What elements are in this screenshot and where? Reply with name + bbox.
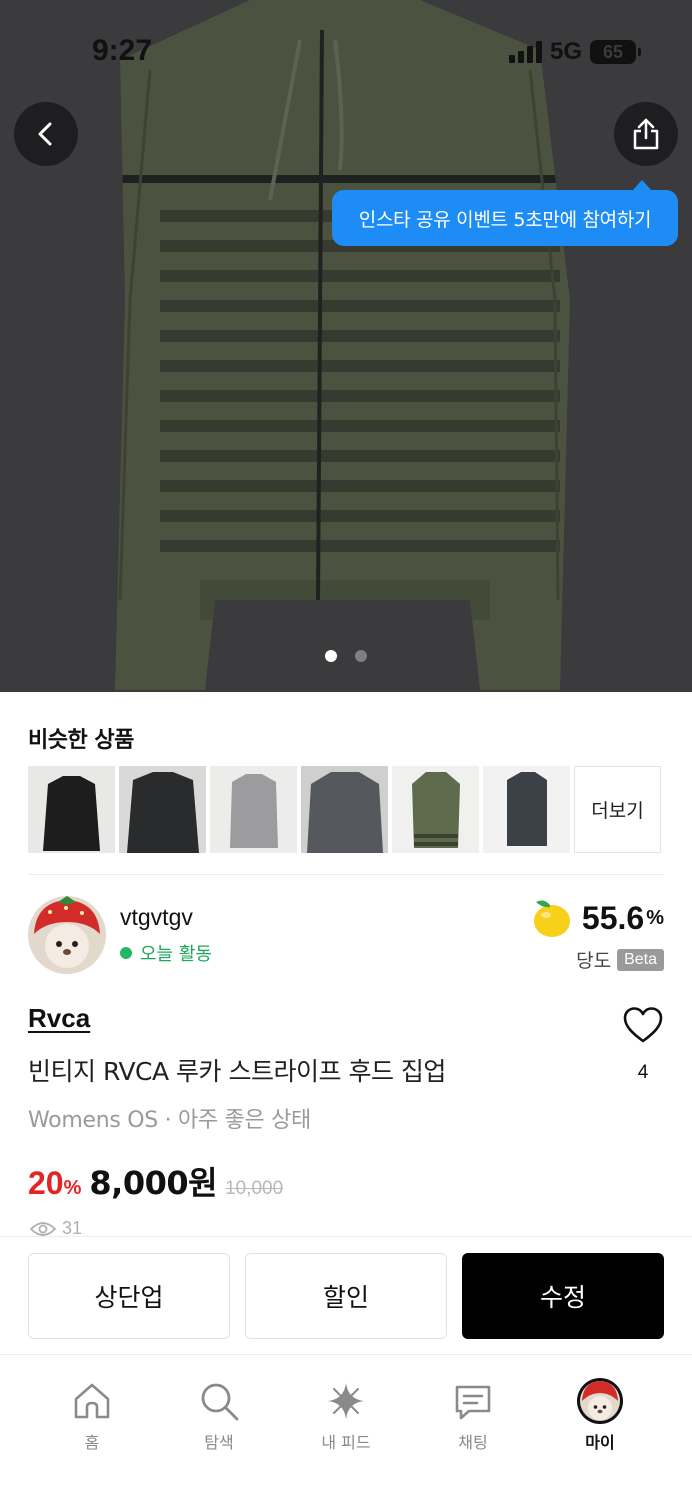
similar-product-thumb[interactable] [301,766,388,853]
bottom-tab-bar: 홈 탐색 내 피드 채팅 마이 [0,1354,692,1500]
back-button[interactable] [14,102,78,166]
carousel-pager [0,650,692,662]
seller-activity: 오늘 활동 [120,940,212,966]
score-value: 55.6 [581,899,645,936]
tab-explore[interactable]: 탐색 [164,1377,274,1453]
status-indicators: 5G 65 [508,38,641,66]
battery-level: 65 [602,41,624,62]
score-unit: % [646,906,664,929]
discount-unit: % [63,1177,82,1199]
chevron-left-icon [38,122,52,146]
seller-username[interactable]: vtgvtgv [120,904,193,931]
profile-avatar-icon [577,1378,623,1424]
tab-label: 홈 [84,1433,100,1452]
sale-price: 8,000원 [89,1164,218,1202]
beta-badge: Beta [617,948,664,971]
similar-product-thumb[interactable] [28,766,115,853]
tab-home[interactable]: 홈 [37,1377,147,1453]
score-label: 당도 [576,950,612,972]
like-count: 4 [637,1062,649,1083]
price-row: 20% 8,000원 10,000 [28,1158,283,1204]
discount-value: 20 [28,1165,64,1201]
more-similar-button[interactable]: 더보기 [574,766,661,853]
action-bar: 상단업 할인 수정 [0,1236,692,1354]
discount-rate: 20% [28,1165,81,1202]
battery-icon: 65 [590,40,641,64]
product-photo [115,0,570,690]
heart-icon [623,1007,663,1043]
search-icon [201,1383,239,1421]
sweetness-score[interactable]: 55.6 % 당도 Beta [530,896,664,973]
tab-label: 마이 [585,1433,615,1452]
lemon-icon [533,900,570,937]
brand-link[interactable]: Rvca [28,1003,90,1034]
edit-button[interactable]: 수정 [462,1253,664,1339]
product-title: 빈티지 RVCA 루카 스트라이프 후드 집업 [28,1057,446,1086]
pager-dot [355,650,367,662]
tab-label: 내 피드 [321,1433,371,1452]
status-bar: 9:27 5G 65 [0,0,692,100]
online-dot-icon [120,947,132,959]
similar-products-row: 더보기 [28,766,661,853]
share-button[interactable] [614,102,678,166]
tab-my[interactable]: 마이 [545,1377,655,1453]
activity-label: 오늘 활동 [140,944,212,965]
tab-label: 탐색 [204,1433,234,1452]
seller-avatar[interactable] [28,896,106,974]
like-button[interactable] [622,1006,664,1044]
home-icon [74,1383,110,1419]
sparkle-icon [328,1383,364,1419]
pager-dot [325,650,337,662]
similar-section-title: 비슷한 상품 [28,728,134,753]
tab-chat[interactable]: 채팅 [418,1377,528,1453]
divider [28,874,664,875]
signal-icon [508,41,542,63]
tab-label: 채팅 [458,1433,488,1452]
similar-product-thumb[interactable] [210,766,297,853]
share-icon [633,118,659,150]
similar-product-thumb[interactable] [119,766,206,853]
tab-my-feed[interactable]: 내 피드 [291,1377,401,1453]
product-image-carousel[interactable]: 9:27 5G 65 인스타 공유 이벤트 5초만에 참여하기 [0,0,692,692]
chat-icon [455,1385,491,1420]
similar-product-thumb[interactable] [483,766,570,853]
eye-icon [30,1221,56,1236]
product-meta: Womens OS · 아주 좋은 상태 [28,1108,311,1133]
share-event-tooltip[interactable]: 인스타 공유 이벤트 5초만에 참여하기 [332,180,678,246]
discount-button[interactable]: 할인 [245,1253,447,1339]
similar-product-thumb[interactable] [392,766,479,853]
bump-button[interactable]: 상단업 [28,1253,230,1339]
status-time: 9:27 [92,34,153,67]
original-price: 10,000 [225,1178,284,1199]
network-label: 5G [549,38,582,65]
